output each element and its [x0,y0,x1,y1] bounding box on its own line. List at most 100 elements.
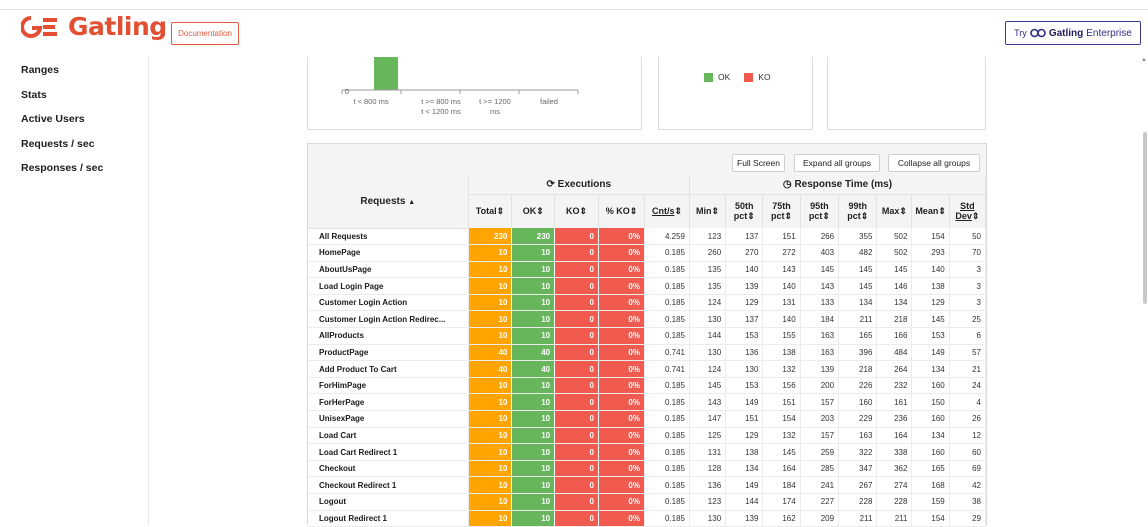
legend-ko[interactable]: KO [744,72,771,82]
collapse-all-groups-button[interactable]: Collapse all groups [888,154,980,172]
p95-cell: 139 [800,360,840,378]
col-min[interactable]: Min⇕ [689,194,727,228]
min-cell: 145 [689,377,727,395]
col-total[interactable]: Total⇕ [468,194,513,228]
total-cell: 10 [468,327,513,345]
ko-cell: 0 [554,410,599,428]
min-cell: 125 [689,427,727,445]
sidebar-item-requests-per-sec[interactable]: Requests / sec [21,132,103,157]
request-name[interactable]: Add Product To Cart [308,360,469,378]
table-row[interactable]: Load Cart 10 10 0 0% 0.185 125 129 132 157 163 164 1… [308,427,987,445]
table-row[interactable]: ForHimPage 10 10 0 0% 0.185 145 153 156 200 226 232… [308,377,987,395]
cnt-cell: 0.185 [644,377,690,395]
col-p50[interactable]: 50th pct⇕ [725,194,764,228]
p75-cell: 155 [762,327,801,345]
legend-ok[interactable]: OK [704,72,730,82]
table-row[interactable]: UnisexPage 10 10 0 0% 0.185 147 151 154 203 229 236… [308,410,987,428]
request-name[interactable]: ProductPage [308,344,469,362]
col-p75[interactable]: 75th pct⇕ [762,194,801,228]
statistics-table: Requests ▲ ⟳ Executions ◷ Response Time … [308,176,987,527]
ko-cell: 0 [554,327,599,345]
request-name[interactable]: Customer Login Action Redirec... [308,310,469,329]
gatling-logo[interactable]: Gatling [21,14,167,40]
col-cnt[interactable]: Cnt/s⇕ [644,194,690,228]
request-name[interactable]: All Requests [308,228,469,246]
col-ok[interactable]: OK⇕ [511,194,556,228]
p95-cell: 145 [800,261,840,279]
table-row[interactable]: Load Login Page 10 10 0 0% 0.185 135 139 140 143 1… [308,277,987,295]
sidebar-item-stats[interactable]: Stats [21,83,103,108]
min-cell: 124 [689,294,727,312]
request-name[interactable]: AboutUsPage [308,261,469,279]
requests-column-header[interactable]: Requests ▲ [308,176,469,229]
ko-cell: 0 [554,377,599,395]
mean-cell: 154 [911,510,950,527]
request-name[interactable]: Customer Login Action [308,294,469,312]
scroll-up-arrow-icon[interactable]: ▲ [1141,57,1147,63]
table-row[interactable]: HomePage 10 10 0 0% 0.185 260 270 272 403 482 502 29… [308,244,987,262]
table-row[interactable]: Checkout 10 10 0 0% 0.185 128 134 164 285 347 362 16… [308,460,987,478]
scrollbar-thumb[interactable] [1143,132,1147,304]
table-row[interactable]: Load Cart Redirect 1 10 10 0 0% 0.185 131 138 14… [308,443,987,461]
table-row[interactable]: AboutUsPage 10 10 0 0% 0.185 135 140 143 145 145 14… [308,261,987,279]
full-screen-button[interactable]: Full Screen [732,154,785,172]
table-row[interactable]: Logout Redirect 1 10 10 0 0% 0.185 130 139 162 20… [308,510,987,527]
table-row[interactable]: All Requests 230 230 0 0% 4.259 123 137 151 266 35… [308,228,987,246]
max-cell: 274 [876,476,913,494]
p99-cell: 163 [838,427,878,445]
request-name[interactable]: Logout Redirect 1 [308,510,469,527]
col-p99[interactable]: 99th pct⇕ [838,194,878,228]
mean-cell: 160 [911,377,950,395]
try-enterprise-button[interactable]: Try Gatling Enterprise [1005,21,1141,45]
enterprise-try-text: Try [1014,28,1027,38]
ko-cell: 0 [554,360,599,378]
col-std-dev[interactable]: Std Dev⇕ [949,194,987,228]
table-row[interactable]: ProductPage 40 40 0 0% 0.741 130 136 138 163 396 48… [308,344,987,362]
sidebar-item-ranges[interactable]: Ranges [21,58,103,83]
statistics-table-body: All Requests 230 230 0 0% 4.259 123 137 151 266 35… [308,228,987,527]
table-row[interactable]: Add Product To Cart 40 40 0 0% 0.741 124 130 132… [308,360,987,378]
request-name[interactable]: ForHerPage [308,393,469,412]
ko-pct-cell: 0% [598,294,645,312]
request-name[interactable]: Load Login Page [308,277,469,295]
table-row[interactable]: AllProducts 10 10 0 0% 0.185 144 153 155 163 165 16… [308,327,987,345]
request-name[interactable]: ForHimPage [308,377,469,395]
request-name[interactable]: Logout [308,493,469,511]
ko-pct-cell: 0% [598,344,645,362]
table-row[interactable]: ForHerPage 10 10 0 0% 0.185 143 149 151 157 160 161… [308,393,987,412]
p95-cell: 143 [800,277,840,295]
max-cell: 362 [876,460,913,478]
request-name[interactable]: HomePage [308,244,469,262]
col-max[interactable]: Max⇕ [876,194,913,228]
documentation-button[interactable]: Documentation [171,22,239,45]
col-mean[interactable]: Mean⇕ [911,194,950,228]
p50-cell: 270 [725,244,764,262]
request-name[interactable]: UnisexPage [308,410,469,428]
total-cell: 10 [468,261,513,279]
col-p95[interactable]: 95th pct⇕ [800,194,840,228]
min-cell: 130 [689,344,727,362]
sidebar-item-responses-per-sec[interactable]: Responses / sec [21,156,103,181]
ko-pct-cell: 0% [598,427,645,445]
sidebar-item-active-users[interactable]: Active Users [21,107,103,132]
table-row[interactable]: Logout 10 10 0 0% 0.185 123 144 174 227 228 228 159 3… [308,493,987,511]
col-ko[interactable]: KO⇕ [554,194,599,228]
table-row[interactable]: Customer Login Action Redirec... 10 10 0 0% 0… [308,310,987,329]
request-name[interactable]: Load Cart [308,427,469,445]
ko-cell: 0 [554,393,599,412]
request-name[interactable]: Checkout [308,460,469,478]
table-row[interactable]: Customer Login Action 10 10 0 0% 0.185 124 129 1… [308,294,987,312]
y-tick-label: 0 [345,89,349,96]
p99-cell: 228 [838,493,878,511]
cnt-cell: 0.185 [644,261,690,279]
expand-all-groups-button[interactable]: Expand all groups [794,154,880,172]
ok-cell: 10 [511,393,556,412]
page-scrollbar[interactable]: ▲ [1141,57,1148,525]
p75-cell: 162 [762,510,801,527]
request-name[interactable]: Load Cart Redirect 1 [308,443,469,461]
request-name[interactable]: AllProducts [308,327,469,345]
table-row[interactable]: Checkout Redirect 1 10 10 0 0% 0.185 136 149 184… [308,476,987,494]
p95-cell: 241 [800,476,840,494]
request-name[interactable]: Checkout Redirect 1 [308,476,469,494]
col-ko-pct[interactable]: % KO⇕ [598,194,645,228]
